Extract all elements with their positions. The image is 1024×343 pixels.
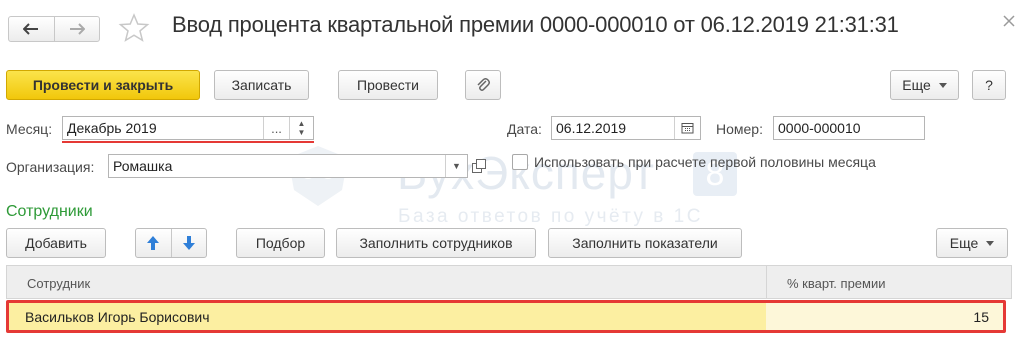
employees-more-label: Еще (949, 235, 979, 251)
bonus-cell-bg (766, 303, 1003, 330)
date-label: Дата: (507, 121, 542, 137)
first-half-checkbox[interactable] (512, 154, 528, 170)
first-half-checkbox-label: Использовать при расчете первой половины… (534, 154, 876, 170)
more-label: Еще (902, 77, 931, 93)
employee-cell[interactable]: Васильков Игорь Борисович (25, 309, 210, 325)
table-header: Сотрудник % кварт. премии (6, 265, 1012, 299)
organization-value: Ромашка (113, 158, 173, 174)
calendar-icon (681, 123, 694, 134)
post-and-close-button[interactable]: Провести и закрыть (6, 70, 200, 100)
save-button[interactable]: Записать (214, 70, 309, 100)
move-down-button[interactable] (170, 229, 207, 257)
organization-field[interactable]: Ромашка ▼ (108, 154, 468, 178)
paperclip-icon (477, 78, 490, 91)
chevron-down-icon (938, 82, 947, 88)
watermark-tagline: База ответов по учёту в 1С (398, 206, 703, 227)
favorite-star-icon[interactable] (118, 12, 150, 47)
column-divider (766, 266, 767, 298)
back-button[interactable] (9, 17, 54, 41)
arrow-right-icon (69, 23, 85, 35)
date-field[interactable]: 06.12.2019 (551, 116, 701, 140)
month-value: Декабрь 2019 (67, 120, 157, 136)
column-header-employee[interactable]: Сотрудник (27, 276, 90, 291)
chevron-down-icon (986, 240, 995, 246)
date-value: 06.12.2019 (556, 120, 627, 136)
close-icon[interactable] (998, 10, 1020, 32)
pick-button[interactable]: Подбор (236, 228, 325, 258)
month-stepper[interactable]: ▲ ▼ (289, 117, 313, 139)
arrow-up-icon (147, 236, 160, 250)
open-organization-button[interactable] (471, 158, 489, 176)
organization-dropdown-button[interactable]: ▼ (445, 155, 467, 177)
stepper-down-icon[interactable]: ▼ (298, 128, 306, 137)
month-label: Месяц: (6, 121, 53, 137)
open-link-icon (472, 159, 486, 173)
document-title: Ввод процента квартальной премии 0000-00… (172, 12, 899, 37)
stepper-up-icon[interactable]: ▲ (298, 119, 306, 128)
move-buttons (135, 228, 207, 258)
move-up-button[interactable] (136, 229, 171, 257)
column-header-bonus[interactable]: % кварт. премии (787, 276, 886, 291)
fill-values-button[interactable]: Заполнить показатели (548, 228, 742, 258)
number-value: 0000-000010 (778, 120, 861, 136)
month-highlight (62, 141, 314, 143)
employees-more-button[interactable]: Еще (936, 228, 1008, 258)
table-row[interactable]: Васильков Игорь Борисович 15 (6, 300, 1006, 333)
fill-employees-button[interactable]: Заполнить сотрудников (336, 228, 536, 258)
nav-buttons (8, 16, 100, 42)
employees-section-title: Сотрудники (6, 203, 93, 220)
arrow-left-icon (23, 23, 39, 35)
number-label: Номер: (716, 121, 763, 137)
forward-button[interactable] (53, 17, 100, 41)
help-button[interactable]: ? (972, 70, 1006, 100)
bonus-percent-cell[interactable]: 15 (973, 309, 989, 325)
more-menu-button[interactable]: Еще (890, 70, 959, 100)
arrow-down-icon (182, 236, 195, 250)
month-field[interactable]: Декабрь 2019 ... ▲ ▼ (62, 116, 314, 140)
month-select-button[interactable]: ... (263, 117, 289, 139)
add-employee-button[interactable]: Добавить (6, 228, 106, 258)
organization-label: Организация: (6, 159, 95, 175)
number-field[interactable]: 0000-000010 (773, 116, 925, 140)
post-button[interactable]: Провести (338, 70, 438, 100)
calendar-button[interactable] (674, 117, 700, 139)
attach-button[interactable] (465, 70, 501, 100)
